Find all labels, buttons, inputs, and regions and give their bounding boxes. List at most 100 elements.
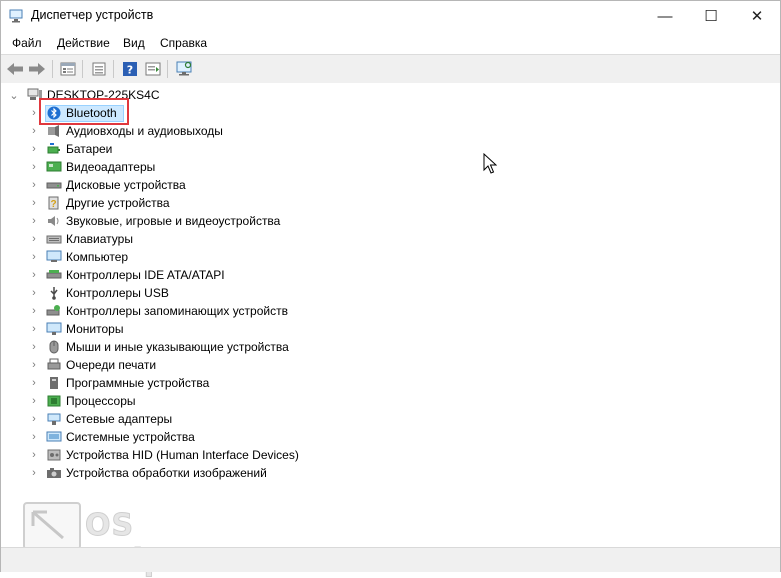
- tree-item[interactable]: › Мониторы: [1, 320, 601, 338]
- tree-item-label: Аудиовходы и аудиовыходы: [66, 124, 223, 138]
- tree-item[interactable]: › Контроллеры запоминающих устройств: [1, 302, 601, 320]
- device-manager-window: Диспетчер устройств — ☐ ✕ Файл Действие …: [0, 0, 781, 578]
- tree-item[interactable]: › Программные устройства: [1, 374, 601, 392]
- tree-item-label: Мыши и иные указывающие устройства: [66, 340, 289, 354]
- expand-chevron-icon[interactable]: ›: [29, 356, 39, 374]
- tree-item-label: Устройства HID (Human Interface Devices): [66, 448, 299, 462]
- watermark-logo-icon: [23, 502, 81, 550]
- tree-item[interactable]: › Дисковые устройства: [1, 176, 601, 194]
- expand-chevron-icon[interactable]: ›: [29, 158, 39, 176]
- tree-item[interactable]: › Компьютер: [1, 248, 601, 266]
- menu-file[interactable]: Файл: [12, 36, 42, 50]
- maximize-button[interactable]: ☐: [688, 1, 734, 31]
- tree-item[interactable]: › Системные устройства: [1, 428, 601, 446]
- expand-chevron-icon[interactable]: ›: [29, 302, 39, 320]
- expand-chevron-icon[interactable]: ›: [29, 230, 39, 248]
- tree-item-label: Звуковые, игровые и видеоустройства: [66, 214, 281, 228]
- tree-item[interactable]: › Устройства обработки изображений: [1, 464, 601, 482]
- tree-item-label: Процессоры: [66, 394, 136, 408]
- highlight-frame: [39, 98, 129, 125]
- expand-chevron-icon[interactable]: ›: [29, 410, 39, 428]
- forward-button[interactable]: [27, 59, 47, 79]
- tree-item[interactable]: › Видеоадаптеры: [1, 158, 601, 176]
- minimize-button[interactable]: —: [642, 1, 688, 31]
- toolbar-separator: [113, 60, 114, 78]
- expand-chevron-icon[interactable]: ›: [29, 464, 39, 482]
- expand-chevron-icon[interactable]: ›: [29, 284, 39, 302]
- device-tree: ⌄ DESKTOP-225KS4C › Bluetooth › Аудиовходы …: [1, 83, 780, 547]
- tree-item-label: Контроллеры IDE ATA/ATAPI: [66, 268, 225, 282]
- expand-chevron-icon[interactable]: ›: [29, 140, 39, 158]
- menu-view[interactable]: Вид: [123, 36, 145, 50]
- tree-item-label: Системные устройства: [66, 430, 195, 444]
- tree-item-label: Компьютер: [66, 250, 129, 264]
- monitor-scan-icon: [176, 61, 192, 76]
- expand-chevron-icon[interactable]: ›: [29, 446, 39, 464]
- run-button[interactable]: [143, 59, 163, 79]
- svg-text:?: ?: [127, 64, 133, 77]
- expand-chevron-icon[interactable]: ›: [29, 176, 39, 194]
- tree-item-label: Видеоадаптеры: [66, 160, 156, 174]
- printer-icon: [47, 358, 61, 370]
- tree-item-label: Сетевые адаптеры: [66, 412, 173, 426]
- expand-chevron-icon[interactable]: ›: [29, 104, 39, 122]
- software-device-icon: [50, 377, 58, 389]
- mouse-cursor-icon: [483, 153, 497, 174]
- hid-icon: [47, 449, 61, 461]
- expand-chevron-icon[interactable]: ›: [29, 266, 39, 284]
- usb-icon: [50, 287, 58, 300]
- tree-item[interactable]: › Процессоры: [1, 392, 601, 410]
- tree-item-label: Мониторы: [66, 322, 124, 336]
- toolbar-separator: [82, 60, 83, 78]
- expand-chevron-icon[interactable]: ›: [29, 122, 39, 140]
- tree-item-label: Контроллеры запоминающих устройств: [66, 304, 288, 318]
- expand-chevron-icon[interactable]: ›: [29, 320, 39, 338]
- expand-chevron-icon[interactable]: ›: [29, 338, 39, 356]
- expand-chevron-icon[interactable]: ›: [29, 374, 39, 392]
- expand-chevron-icon[interactable]: ›: [29, 212, 39, 230]
- menu-action[interactable]: Действие: [57, 36, 110, 50]
- tree-item[interactable]: ›? Другие устройства: [1, 194, 601, 212]
- tree-item[interactable]: › Мыши и иные указывающие устройства: [1, 338, 601, 356]
- properties-icon: [60, 62, 76, 76]
- menu-help[interactable]: Справка: [160, 36, 207, 50]
- properties-button[interactable]: [58, 59, 78, 79]
- title-bar: Диспетчер устройств — ☐ ✕: [1, 1, 780, 31]
- collapse-chevron-icon[interactable]: ⌄: [9, 86, 19, 104]
- network-adapter-icon: [47, 413, 61, 425]
- tree-item-label: Другие устройства: [66, 196, 170, 210]
- expand-chevron-icon[interactable]: ›: [29, 428, 39, 446]
- computer-icon: [46, 250, 62, 262]
- expand-chevron-icon[interactable]: ›: [29, 194, 39, 212]
- run-icon: [145, 62, 161, 76]
- close-button[interactable]: ✕: [734, 1, 780, 31]
- help-icon: ?: [123, 62, 137, 77]
- minimize-icon: —: [657, 7, 673, 25]
- tree-item[interactable]: › Батареи: [1, 140, 601, 158]
- imaging-icon: [47, 468, 61, 478]
- forward-icon: [29, 63, 45, 75]
- tree-item[interactable]: › Клавиатуры: [1, 230, 601, 248]
- maximize-icon: ☐: [704, 8, 718, 25]
- ide-controller-icon: [46, 270, 62, 279]
- monitor-icon: [46, 322, 62, 335]
- tree-item[interactable]: › Контроллеры USB: [1, 284, 601, 302]
- device-manager-app-icon: [9, 9, 23, 23]
- tree-item-label: Программные устройства: [66, 376, 210, 390]
- tree-item-label: Дисковые устройства: [66, 178, 186, 192]
- scan-hardware-button[interactable]: [174, 59, 194, 79]
- view-button[interactable]: [89, 59, 109, 79]
- toolbar-separator: [167, 60, 168, 78]
- window-title: Диспетчер устройств: [31, 8, 154, 22]
- tree-item[interactable]: › Сетевые адаптеры: [1, 410, 601, 428]
- expand-chevron-icon[interactable]: ›: [29, 392, 39, 410]
- watermark: OS Helper: [23, 502, 263, 578]
- tree-item[interactable]: › Контроллеры IDE ATA/ATAPI: [1, 266, 601, 284]
- back-button[interactable]: [5, 59, 25, 79]
- tree-item[interactable]: › Очереди печати: [1, 356, 601, 374]
- tree-item-label: Устройства обработки изображений: [66, 466, 267, 480]
- tree-item[interactable]: › Звуковые, игровые и видеоустройства: [1, 212, 601, 230]
- help-button[interactable]: ?: [120, 59, 140, 79]
- expand-chevron-icon[interactable]: ›: [29, 248, 39, 266]
- tree-item[interactable]: › Устройства HID (Human Interface Devices…: [1, 446, 601, 464]
